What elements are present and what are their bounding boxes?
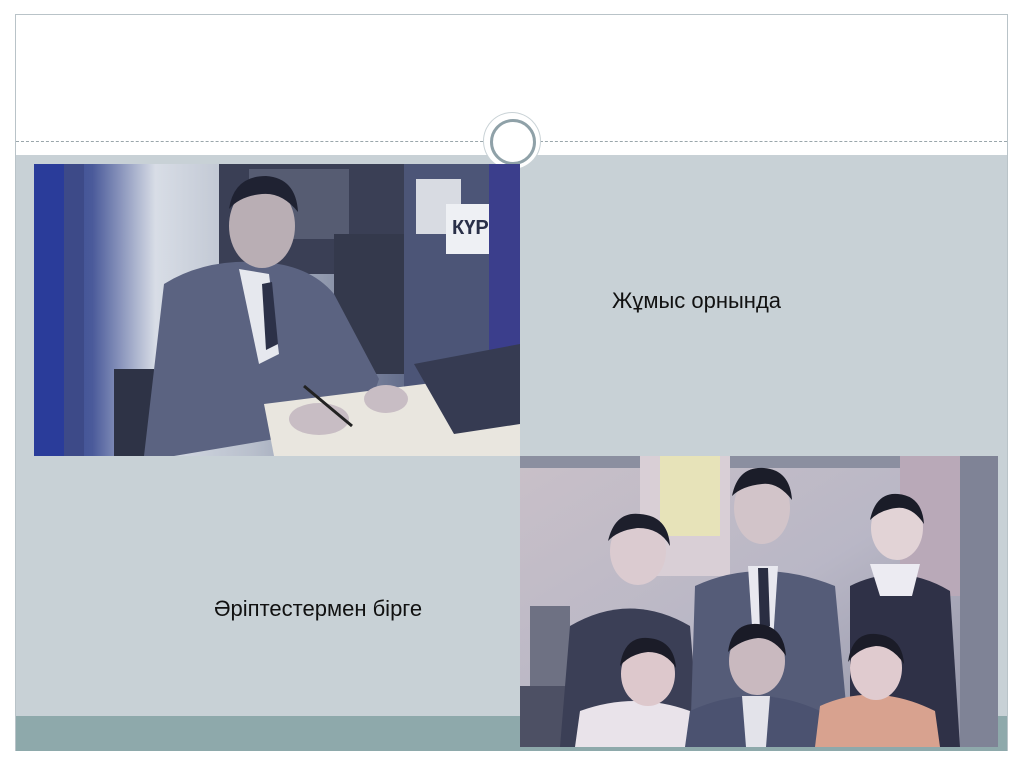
photo-at-workplace: КҮР bbox=[34, 164, 520, 456]
photo-with-colleagues-image bbox=[520, 456, 998, 747]
sign-text: КҮР bbox=[452, 217, 489, 239]
caption-with-colleagues: Әріптестермен бірге bbox=[214, 596, 423, 621]
divider-circle-ornament bbox=[484, 113, 540, 169]
photo-with-colleagues bbox=[520, 456, 998, 747]
caption-at-workplace: Жұмыс орнында bbox=[612, 288, 782, 313]
divider-ring-icon bbox=[490, 119, 536, 165]
photo-at-workplace-image: КҮР bbox=[34, 164, 520, 456]
